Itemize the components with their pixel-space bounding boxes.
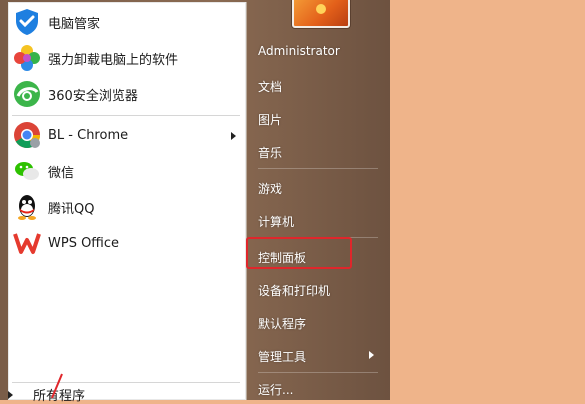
start-item-360-browser[interactable]: 360安全浏览器	[10, 77, 242, 111]
right-item-music[interactable]: 音乐	[258, 144, 282, 161]
start-menu-places-pane	[246, 0, 390, 400]
start-item-wps-office[interactable]: WPS Office	[10, 226, 242, 260]
start-menu: 电脑管家 强力卸载电脑上的软件 360安全浏览器 BL - Chrome 微信 …	[0, 0, 390, 404]
qq-icon	[12, 192, 42, 222]
uninstaller-icon	[12, 43, 42, 73]
start-item-pc-manager[interactable]: 电脑管家	[10, 5, 242, 39]
separator	[258, 168, 378, 169]
app-label: 腾讯QQ	[48, 201, 95, 217]
right-item-games[interactable]: 游戏	[258, 180, 282, 197]
control-panel-highlight-box	[246, 237, 352, 269]
app-label: WPS Office	[48, 235, 120, 251]
all-programs-arrow-icon	[8, 390, 13, 399]
start-item-uninstaller[interactable]: 强力卸载电脑上的软件	[10, 41, 242, 75]
right-item-default-programs[interactable]: 默认程序	[258, 315, 306, 332]
app-label: 360安全浏览器	[48, 88, 138, 104]
start-item-wechat[interactable]: 微信	[10, 154, 242, 188]
wechat-icon	[12, 156, 42, 186]
separator	[258, 372, 378, 373]
app-label: 电脑管家	[48, 16, 101, 32]
tencent-pc-manager-icon	[12, 7, 42, 37]
360-browser-icon	[12, 79, 42, 109]
all-programs-button[interactable]: 所有程序	[8, 385, 85, 404]
red-annotation-stroke	[51, 373, 63, 399]
right-item-computer[interactable]: 计算机	[258, 213, 294, 230]
right-item-pictures[interactable]: 图片	[258, 111, 282, 128]
chrome-icon	[12, 120, 42, 150]
flower-icon	[316, 4, 326, 14]
right-item-documents[interactable]: 文档	[258, 78, 282, 95]
right-item-user[interactable]: Administrator	[258, 44, 340, 58]
wps-icon	[12, 228, 42, 258]
app-label: 微信	[48, 165, 75, 181]
app-label: 强力卸载电脑上的软件	[48, 52, 179, 68]
right-item-run[interactable]: 运行...	[258, 381, 293, 398]
start-item-chrome[interactable]: BL - Chrome	[10, 118, 242, 152]
right-item-admin-tools[interactable]: 管理工具	[258, 348, 306, 365]
admin-tools-arrow-icon[interactable]	[369, 351, 374, 359]
start-item-qq[interactable]: 腾讯QQ	[10, 190, 242, 224]
separator	[12, 382, 240, 383]
app-label: BL - Chrome	[48, 127, 129, 143]
separator	[12, 115, 240, 116]
start-menu-programs-pane: 电脑管家 强力卸载电脑上的软件 360安全浏览器 BL - Chrome 微信 …	[8, 2, 247, 400]
submenu-arrow-icon[interactable]	[231, 132, 236, 140]
user-avatar[interactable]	[292, 0, 350, 28]
right-item-devices-printers[interactable]: 设备和打印机	[258, 282, 330, 299]
